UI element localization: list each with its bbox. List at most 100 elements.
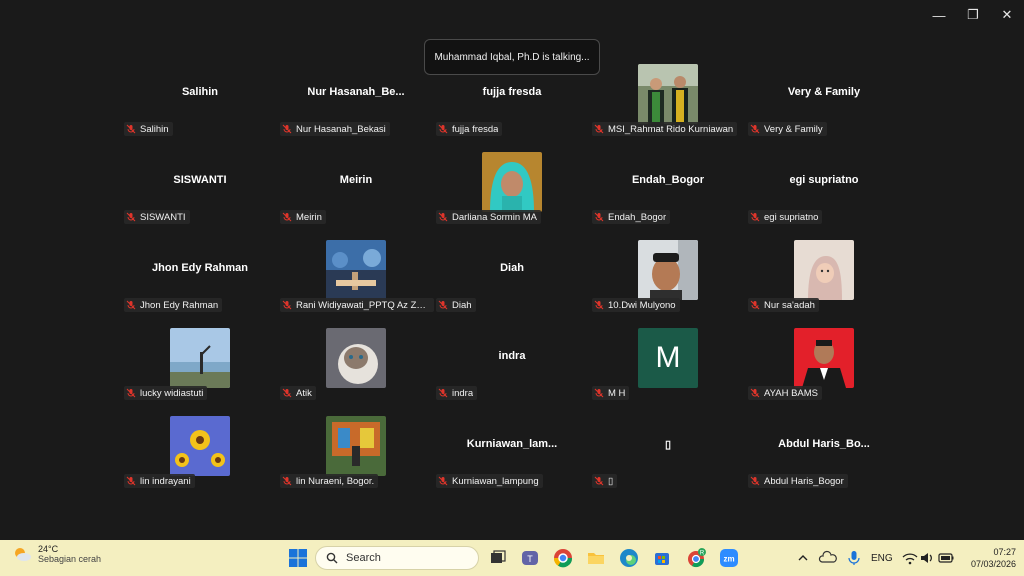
participant-tile[interactable]: egi supriatno egi supriatno [746, 150, 902, 238]
participant-tile[interactable]: MM H [590, 326, 746, 414]
participant-label-text: Very & Family [764, 123, 823, 135]
playground-photo [326, 416, 386, 476]
participant-name-label: Kurniawan_lampung [436, 474, 543, 488]
participant-tile[interactable]: lin Nuraeni, Bogor. [278, 414, 434, 502]
language-indicator[interactable]: ENG [871, 553, 893, 564]
start-button[interactable] [288, 548, 308, 568]
participant-name-label: Very & Family [748, 122, 827, 136]
participant-tile[interactable]: Atik [278, 326, 434, 414]
muted-mic-icon [438, 476, 448, 486]
participant-name-label: 10.Dwi Mulyono [592, 298, 680, 312]
participant-name-label: MSI_Rahmat Rido Kurniawan [592, 122, 738, 136]
participant-name-label: Darliana Sormin MA [436, 210, 541, 224]
chrome-icon[interactable] [553, 548, 573, 568]
file-explorer-icon[interactable] [586, 548, 606, 568]
restore-button[interactable]: ❐ [956, 0, 990, 30]
participant-label-text: lin Nuraeni, Bogor. [296, 475, 375, 487]
sunflower-photo [170, 416, 230, 476]
system-clock[interactable]: 07:27 07/03/2026 [971, 546, 1016, 570]
chevron-up-icon[interactable] [796, 548, 810, 568]
participant-label-text: indra [452, 387, 474, 399]
muted-mic-icon [126, 300, 136, 310]
participant-name-label: Rani Widiyawati_PPTQ Az Zah... [280, 298, 434, 312]
outdoor-group-photo [326, 240, 386, 300]
participant-tile[interactable]: ▯ ▯ [590, 414, 746, 502]
participant-tile[interactable]: Nur sa'adah [746, 238, 902, 326]
task-view-icon[interactable] [488, 548, 508, 568]
participant-label-text: Jhon Edy Rahman [140, 299, 219, 311]
baby-photo [794, 240, 854, 300]
participant-tile[interactable]: Abdul Haris_Bo... Abdul Haris_Bogor [746, 414, 902, 502]
participant-label-text: Abdul Haris_Bogor [764, 475, 844, 487]
muted-mic-icon [282, 212, 292, 222]
zoom-icon[interactable]: zm [719, 548, 739, 568]
participant-name-label: fujja fresda [436, 122, 503, 136]
weather-widget[interactable]: 24°C Sebagian cerah [12, 544, 101, 564]
participant-tile[interactable]: Nur Hasanah_Be... Nur Hasanah_Bekasi [278, 62, 434, 150]
muted-mic-icon [282, 388, 292, 398]
onedrive-icon[interactable] [818, 548, 838, 568]
letter-avatar: M [638, 328, 698, 388]
store-icon[interactable] [652, 548, 672, 568]
participant-name-label: Endah_Bogor [592, 210, 671, 224]
participant-tile[interactable]: 10.Dwi Mulyono [590, 238, 746, 326]
participant-tile[interactable]: lucky widiastuti [122, 326, 278, 414]
participant-display-name: SISWANTI [173, 174, 227, 186]
participant-label-text: lin indrayani [140, 475, 191, 487]
edge-icon[interactable] [619, 548, 639, 568]
participant-display-name: Endah_Bogor [631, 174, 705, 186]
taskbar-search[interactable]: Search [315, 546, 479, 570]
participant-gallery: Salihin Salihin Nur Hasanah_Be... Nur Hasan… [122, 62, 902, 502]
participant-tile[interactable]: Diah Diah [434, 238, 590, 326]
participant-tile[interactable]: AYAH BAMS [746, 326, 902, 414]
participant-tile[interactable]: Kurniawan_lam... Kurniawan_lampung [434, 414, 590, 502]
battery-icon[interactable] [936, 548, 956, 568]
participant-label-text: Diah [452, 299, 472, 311]
volume-icon[interactable] [918, 548, 938, 568]
clock-time: 07:27 [993, 547, 1016, 557]
muted-mic-icon [126, 388, 136, 398]
participant-display-name: Salihin [181, 86, 219, 98]
minimize-button[interactable]: — [922, 0, 956, 30]
participant-name-label: M H [592, 386, 630, 400]
microphone-icon[interactable] [844, 548, 864, 568]
man-cap-photo [638, 240, 698, 300]
participant-display-name: Jhon Edy Rahman [152, 262, 248, 274]
partly-sunny-icon [15, 548, 31, 561]
weather-description: Sebagian cerah [38, 554, 102, 564]
participant-name-label: ▯ [592, 474, 618, 488]
muted-mic-icon [750, 476, 760, 486]
participant-display-name: Meirin [339, 174, 373, 186]
participant-name-label: Nur Hasanah_Bekasi [280, 122, 390, 136]
participant-tile[interactable]: Rani Widiyawati_PPTQ Az Zah... [278, 238, 434, 326]
participant-tile[interactable]: Salihin Salihin [122, 62, 278, 150]
muted-mic-icon [282, 476, 292, 486]
graduation-photo [638, 64, 698, 124]
participant-label-text: lucky widiastuti [140, 387, 204, 399]
wifi-icon[interactable] [900, 548, 920, 568]
participant-tile[interactable]: Meirin Meirin [278, 150, 434, 238]
participant-display-name: Diah [500, 262, 524, 274]
participant-display-name: egi supriatno [789, 174, 859, 186]
participant-tile[interactable]: Darliana Sormin MA [434, 150, 590, 238]
participant-label-text: Endah_Bogor [608, 211, 667, 223]
participant-tile[interactable]: MSI_Rahmat Rido Kurniawan [590, 62, 746, 150]
participant-name-label: Diah [436, 298, 476, 312]
participant-tile[interactable]: lin indrayani [122, 414, 278, 502]
participant-tile[interactable]: SISWANTI SISWANTI [122, 150, 278, 238]
muted-mic-icon [594, 212, 604, 222]
participant-label-text: 10.Dwi Mulyono [608, 299, 676, 311]
participant-tile[interactable]: indra indra [434, 326, 590, 414]
participant-display-name: fujja fresda [482, 86, 542, 98]
participant-tile[interactable]: Very & Family Very & Family [746, 62, 902, 150]
chrome-profile-icon[interactable]: R [686, 548, 706, 568]
participant-label-text: Nur sa'adah [764, 299, 815, 311]
participant-tile[interactable]: Endah_Bogor Endah_Bogor [590, 150, 746, 238]
participant-tile[interactable]: Jhon Edy Rahman Jhon Edy Rahman [122, 238, 278, 326]
teams-icon[interactable]: T [520, 548, 540, 568]
muted-mic-icon [282, 124, 292, 134]
participant-name-label: Nur sa'adah [748, 298, 819, 312]
close-button[interactable]: ✕ [990, 0, 1024, 30]
participant-tile[interactable]: fujja fresda fujja fresda [434, 62, 590, 150]
beach-photo [170, 328, 230, 388]
